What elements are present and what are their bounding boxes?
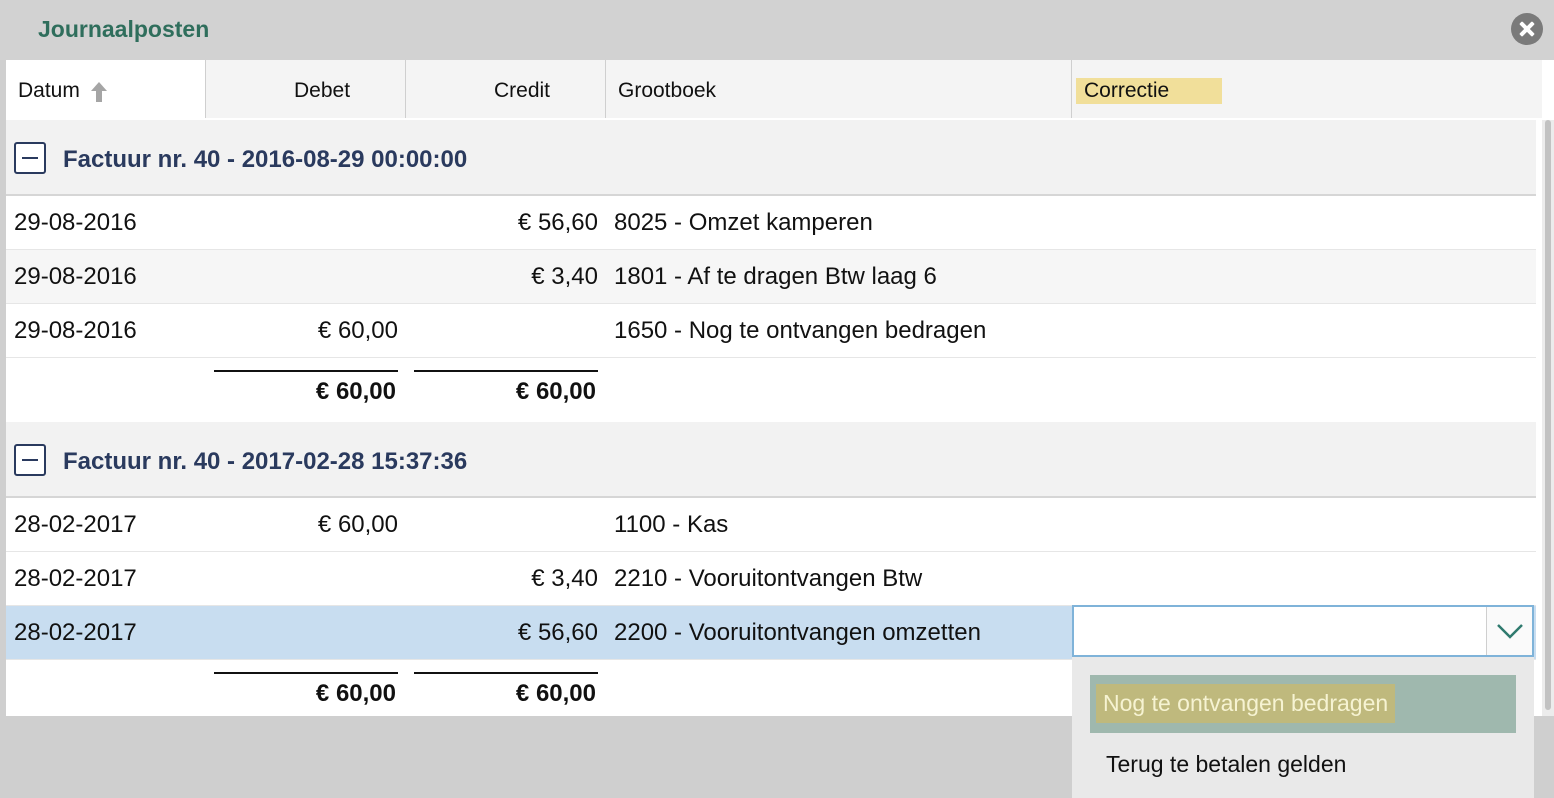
dropdown-toggle-button[interactable]	[1486, 607, 1532, 655]
cell-credit: € 56,60	[517, 209, 598, 236]
column-label-grootboek: Grootboek	[618, 79, 717, 102]
correctie-select[interactable]	[1072, 605, 1534, 657]
cell-grootboek: 1801 - Af te dragen Btw laag 6	[614, 263, 937, 290]
scrollbar-thumb[interactable]	[1545, 120, 1551, 710]
dialog-title: Journaalposten	[38, 16, 210, 42]
group-header[interactable]: Factuur nr. 40 - 2016-08-29 00:00:00	[6, 120, 1536, 196]
totals-row: € 60,00 € 60,00	[6, 358, 1536, 418]
cell-datum: 28-02-2017	[14, 619, 137, 646]
total-rule-credit	[414, 672, 598, 674]
dropdown-option[interactable]: Terug te betalen gelden	[1090, 735, 1516, 793]
cell-debet: € 60,00	[317, 317, 398, 344]
column-header-grootboek[interactable]: Grootboek	[606, 60, 1072, 118]
group-title: Factuur nr. 40 - 2016-08-29 00:00:00	[63, 146, 468, 173]
column-header-debet[interactable]: Debet	[206, 60, 406, 118]
total-rule-debet	[214, 672, 398, 674]
cell-credit: € 3,40	[531, 263, 598, 290]
column-header-datum[interactable]: Datum	[6, 60, 206, 118]
cell-credit: € 3,40	[531, 565, 598, 592]
total-credit: € 60,00	[515, 378, 596, 405]
cell-datum: 29-08-2016	[14, 317, 137, 344]
table-row[interactable]: 29-08-2016 € 56,60 8025 - Omzet kamperen	[6, 196, 1536, 250]
dialog-titlebar: Journaalposten	[0, 0, 1554, 60]
chevron-down-icon	[1497, 624, 1523, 639]
vertical-scrollbar[interactable]	[1542, 120, 1554, 716]
cell-datum: 28-02-2017	[14, 565, 137, 592]
column-label-debet: Debet	[294, 79, 351, 102]
cell-debet: € 60,00	[317, 511, 398, 538]
column-header-correctie[interactable]: Correctie	[1072, 60, 1542, 118]
dropdown-option-label: Nog te ontvangen bedragen	[1096, 684, 1396, 723]
cell-grootboek: 8025 - Omzet kamperen	[614, 209, 873, 236]
total-debet: € 60,00	[315, 680, 396, 707]
cell-grootboek: 1100 - Kas	[614, 511, 729, 538]
cell-grootboek: 2210 - Vooruitontvangen Btw	[614, 565, 923, 592]
column-label-correctie: Correctie	[1076, 78, 1222, 104]
cell-datum: 29-08-2016	[14, 263, 137, 290]
dropdown-option[interactable]: Nog te ontvangen bedragen	[1090, 675, 1516, 733]
table-row[interactable]: 29-08-2016 € 60,00 1650 - Nog te ontvang…	[6, 304, 1536, 358]
sort-ascending-icon	[91, 82, 107, 102]
dropdown-option-label: Terug te betalen gelden	[1106, 751, 1347, 777]
collapse-icon[interactable]	[14, 142, 46, 174]
cell-grootboek: 1650 - Nog te ontvangen bedragen	[614, 317, 987, 344]
total-rule-debet	[214, 370, 398, 372]
close-icon[interactable]	[1511, 13, 1543, 45]
table-row[interactable]: 28-02-2017 € 60,00 1100 - Kas	[6, 498, 1536, 552]
table-row[interactable]: 29-08-2016 € 3,40 1801 - Af te dragen Bt…	[6, 250, 1536, 304]
column-label-datum: Datum	[18, 79, 80, 102]
group-title: Factuur nr. 40 - 2017-02-28 15:37:36	[63, 448, 468, 475]
cell-datum: 28-02-2017	[14, 511, 137, 538]
correctie-dropdown-menu: Nog te ontvangen bedragen Terug te betal…	[1072, 657, 1534, 798]
column-header-credit[interactable]: Credit	[406, 60, 606, 118]
cell-credit: € 56,60	[517, 619, 598, 646]
group-header[interactable]: Factuur nr. 40 - 2017-02-28 15:37:36	[6, 422, 1536, 498]
collapse-icon[interactable]	[14, 444, 46, 476]
column-label-credit: Credit	[494, 79, 551, 102]
total-credit: € 60,00	[515, 680, 596, 707]
total-debet: € 60,00	[315, 378, 396, 405]
cell-datum: 29-08-2016	[14, 209, 137, 236]
table-row[interactable]: 28-02-2017 € 3,40 2210 - Vooruitontvange…	[6, 552, 1536, 606]
cell-grootboek: 2200 - Vooruitontvangen omzetten	[614, 619, 981, 646]
total-rule-credit	[414, 370, 598, 372]
